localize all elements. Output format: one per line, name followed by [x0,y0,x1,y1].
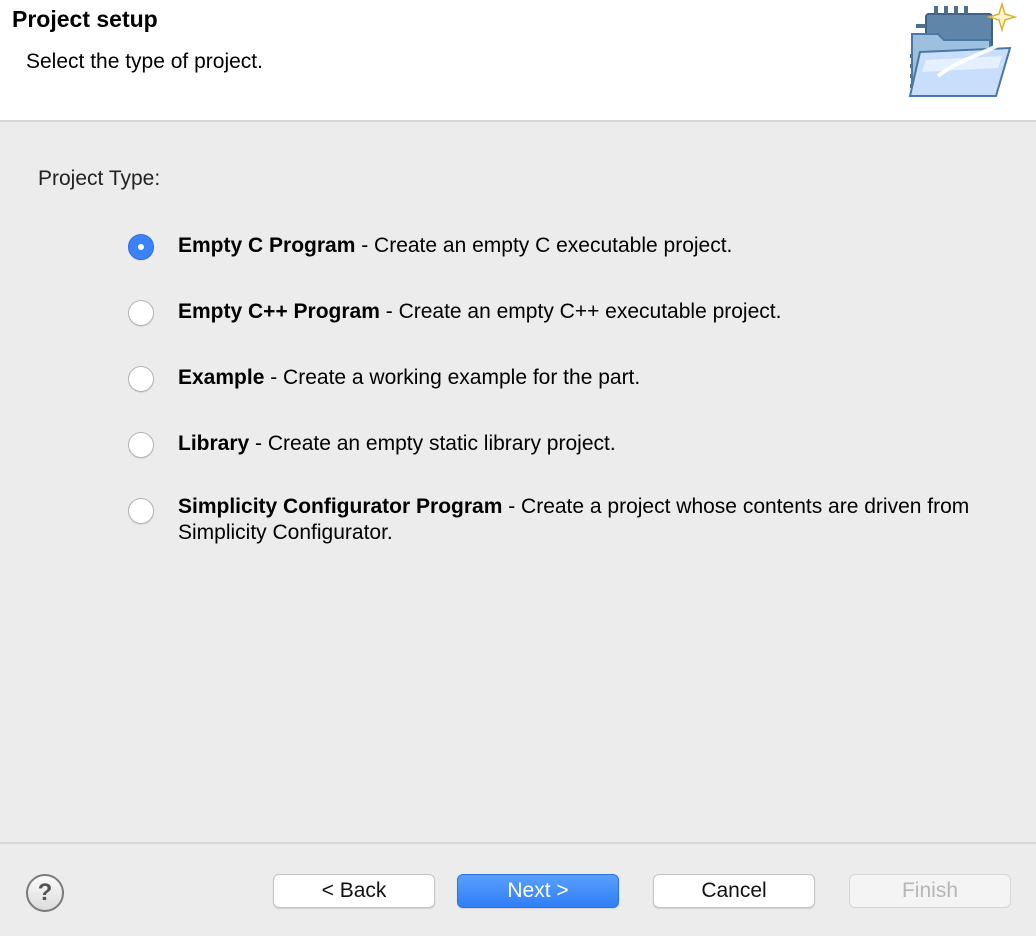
new-project-wizard-icon [908,1,1018,97]
radio-empty-cpp-program[interactable] [128,300,154,326]
option-description: - Create an empty C executable project. [355,234,733,257]
project-type-label: Project Type: [38,167,161,190]
option-description: - Create an empty C++ executable project… [379,300,782,323]
next-button[interactable]: Next > [457,874,619,908]
page-subtitle: Select the type of project. [26,50,263,73]
radio-example[interactable] [128,366,154,392]
option-description: - Create a working example for the part. [264,366,641,389]
finish-button[interactable]: Finish [849,874,1011,908]
option-title: Empty C++ Program [178,300,380,323]
wizard-footer: ? < Back Next > Cancel Finish [0,844,1036,936]
radio-empty-c-program[interactable] [128,234,154,260]
wizard-header: Project setup Select the type of project… [0,0,1036,120]
project-type-panel: Project Type: Empty C Program - Create a… [0,122,1036,842]
back-button[interactable]: < Back [273,874,435,908]
option-title: Library [178,432,250,455]
help-icon[interactable]: ? [26,874,64,912]
option-label: Example - Create a working example for t… [178,365,978,391]
option-title: Empty C Program [178,234,356,257]
option-label: Empty C++ Program - Create an empty C++ … [178,299,978,325]
option-label: Empty C Program - Create an empty C exec… [178,233,978,259]
option-title: Example [178,366,265,389]
radio-simplicity-configurator-program[interactable] [128,498,154,524]
option-label: Simplicity Configurator Program - Create… [178,494,978,546]
radio-library[interactable] [128,432,154,458]
page-title: Project setup [12,6,158,32]
option-label: Library - Create an empty static library… [178,431,978,457]
option-title: Simplicity Configurator Program [178,495,503,518]
option-description: - Create an empty static library project… [249,432,616,455]
cancel-button[interactable]: Cancel [653,874,815,908]
